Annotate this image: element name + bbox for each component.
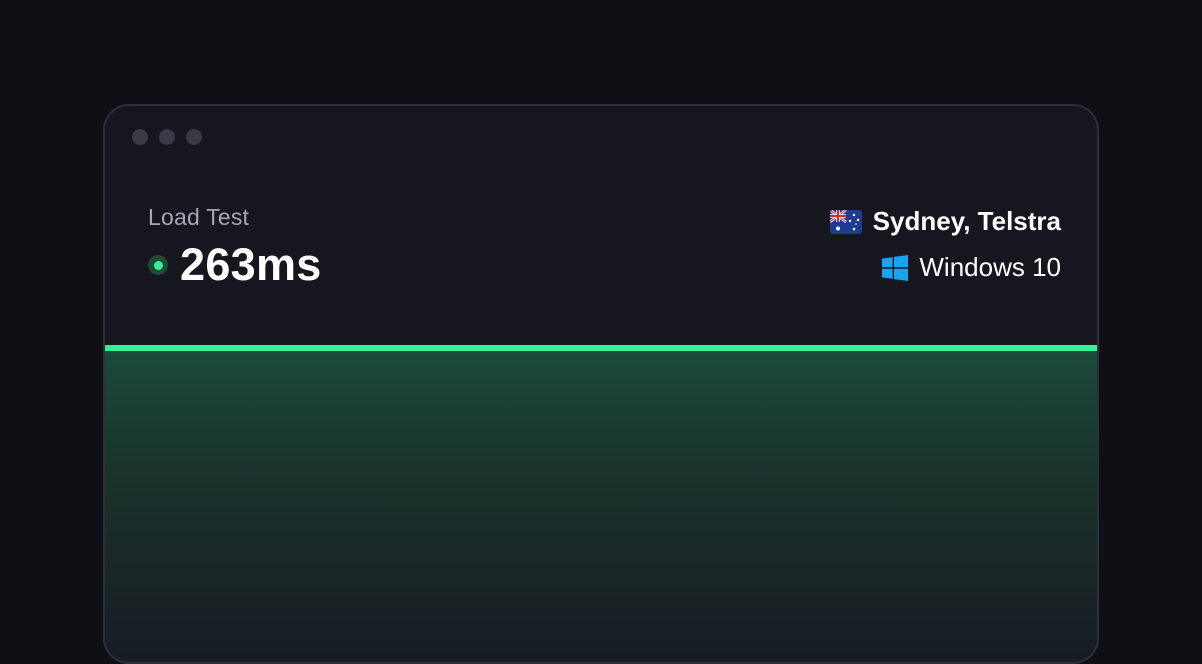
window-dot-minimize-icon <box>159 129 175 145</box>
location-row: Sydney, Telstra <box>829 206 1061 237</box>
window-dot-maximize-icon <box>186 129 202 145</box>
card-window: Load Test 263ms Sydney, Telstra Windows … <box>103 104 1099 664</box>
window-dot-close-icon <box>132 129 148 145</box>
windows-logo-icon <box>882 254 909 281</box>
status-indicator-icon <box>148 255 168 275</box>
window-controls <box>132 129 202 145</box>
test-meta: Sydney, Telstra Windows 10 <box>829 206 1061 283</box>
response-time-metric: 263ms <box>148 239 322 291</box>
os-label: Windows 10 <box>919 252 1061 282</box>
graph-area <box>105 351 1097 662</box>
response-time-value: 263ms <box>180 239 322 290</box>
australia-flag-icon <box>829 209 862 234</box>
os-row: Windows 10 <box>882 252 1061 283</box>
location-label: Sydney, Telstra <box>872 206 1061 236</box>
test-type-label: Load Test <box>148 204 250 230</box>
